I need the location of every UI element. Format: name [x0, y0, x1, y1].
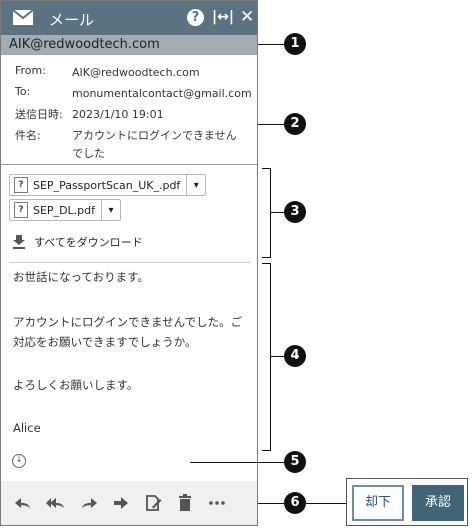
- subject-line-2: でした: [72, 147, 105, 160]
- body-line-5: Alice: [13, 421, 41, 435]
- close-icon[interactable]: ✕: [240, 7, 254, 27]
- callout-line-4: [270, 356, 284, 357]
- chevron-down-icon[interactable]: ▾: [102, 205, 120, 216]
- approve-button[interactable]: 承認: [412, 485, 464, 521]
- callout-line-6a: [258, 503, 284, 504]
- subject-label: 件名:: [15, 129, 41, 142]
- action-toolbar: [1, 481, 257, 525]
- chevron-down-icon[interactable]: ▾: [187, 180, 205, 191]
- callout-line-2: [258, 124, 284, 125]
- help-icon[interactable]: ?: [187, 9, 204, 26]
- callout-5: 5: [284, 451, 306, 473]
- subject-line-1: アカウントにログインできません: [72, 129, 237, 142]
- mail-panel: メール ? |↔| ✕ AIK@redwoodtech.com From: AI…: [0, 0, 258, 526]
- from-value: AIK@redwoodtech.com: [72, 66, 200, 79]
- expand-width-icon[interactable]: |↔|: [212, 9, 234, 25]
- attachment-name: SEP_DL.pdf: [33, 203, 95, 217]
- attachment-2[interactable]: ? SEP_DL.pdf ▾: [9, 199, 121, 221]
- reject-button[interactable]: 却下: [352, 485, 404, 521]
- body-divider: [9, 262, 251, 263]
- forward-icon[interactable]: [79, 493, 99, 513]
- file-icon: ?: [14, 202, 28, 218]
- mail-icon: [13, 10, 33, 25]
- edit-icon[interactable]: [143, 493, 163, 513]
- sender-bar: AIK@redwoodtech.com: [1, 35, 257, 55]
- body-line-4: よろしくお願いします。: [13, 378, 139, 392]
- move-icon[interactable]: [111, 493, 131, 513]
- delete-icon[interactable]: [175, 493, 195, 513]
- download-all-label: すべてをダウンロード: [34, 236, 143, 249]
- sent-value: 2023/1/10 19:01: [72, 108, 164, 121]
- callout-6: 6: [284, 492, 306, 514]
- sent-label: 送信日時:: [15, 108, 63, 121]
- header-divider: [1, 164, 257, 165]
- body-line-1: お世話になっております。: [13, 270, 149, 284]
- to-value: monumentalcontact@gmail.com: [72, 87, 252, 100]
- window-title: メール: [49, 11, 95, 29]
- callout-1: 1: [284, 33, 306, 55]
- bracket-3: [262, 168, 271, 258]
- from-label: From:: [15, 64, 46, 77]
- callout-line-1: [258, 44, 284, 45]
- bracket-4: [262, 263, 271, 451]
- callout-4: 4: [284, 345, 306, 367]
- attachment-name: SEP_PassportScan_UK_.pdf: [33, 178, 181, 192]
- signature-icon[interactable]: ↓: [12, 454, 26, 468]
- callout-line-5: [190, 462, 284, 463]
- callout-line-3: [270, 212, 284, 213]
- body-line-2: アカウントにログインできませんでした。ご: [13, 315, 243, 329]
- more-icon[interactable]: [207, 493, 227, 513]
- download-all-link[interactable]: すべてをダウンロード: [12, 234, 143, 250]
- to-label: To:: [15, 85, 31, 98]
- attachment-1[interactable]: ? SEP_PassportScan_UK_.pdf ▾: [9, 174, 207, 196]
- callout-3: 3: [284, 201, 306, 223]
- download-icon: [13, 235, 25, 249]
- file-icon: ?: [14, 177, 28, 193]
- reply-all-icon[interactable]: [45, 493, 65, 513]
- body-line-3: 対応をお願いできますでしょうか。: [13, 335, 197, 349]
- reply-icon[interactable]: [13, 493, 33, 513]
- callout-line-6b: [306, 503, 346, 504]
- title-bar: メール ? |↔| ✕: [1, 1, 257, 35]
- callout-2: 2: [284, 113, 306, 135]
